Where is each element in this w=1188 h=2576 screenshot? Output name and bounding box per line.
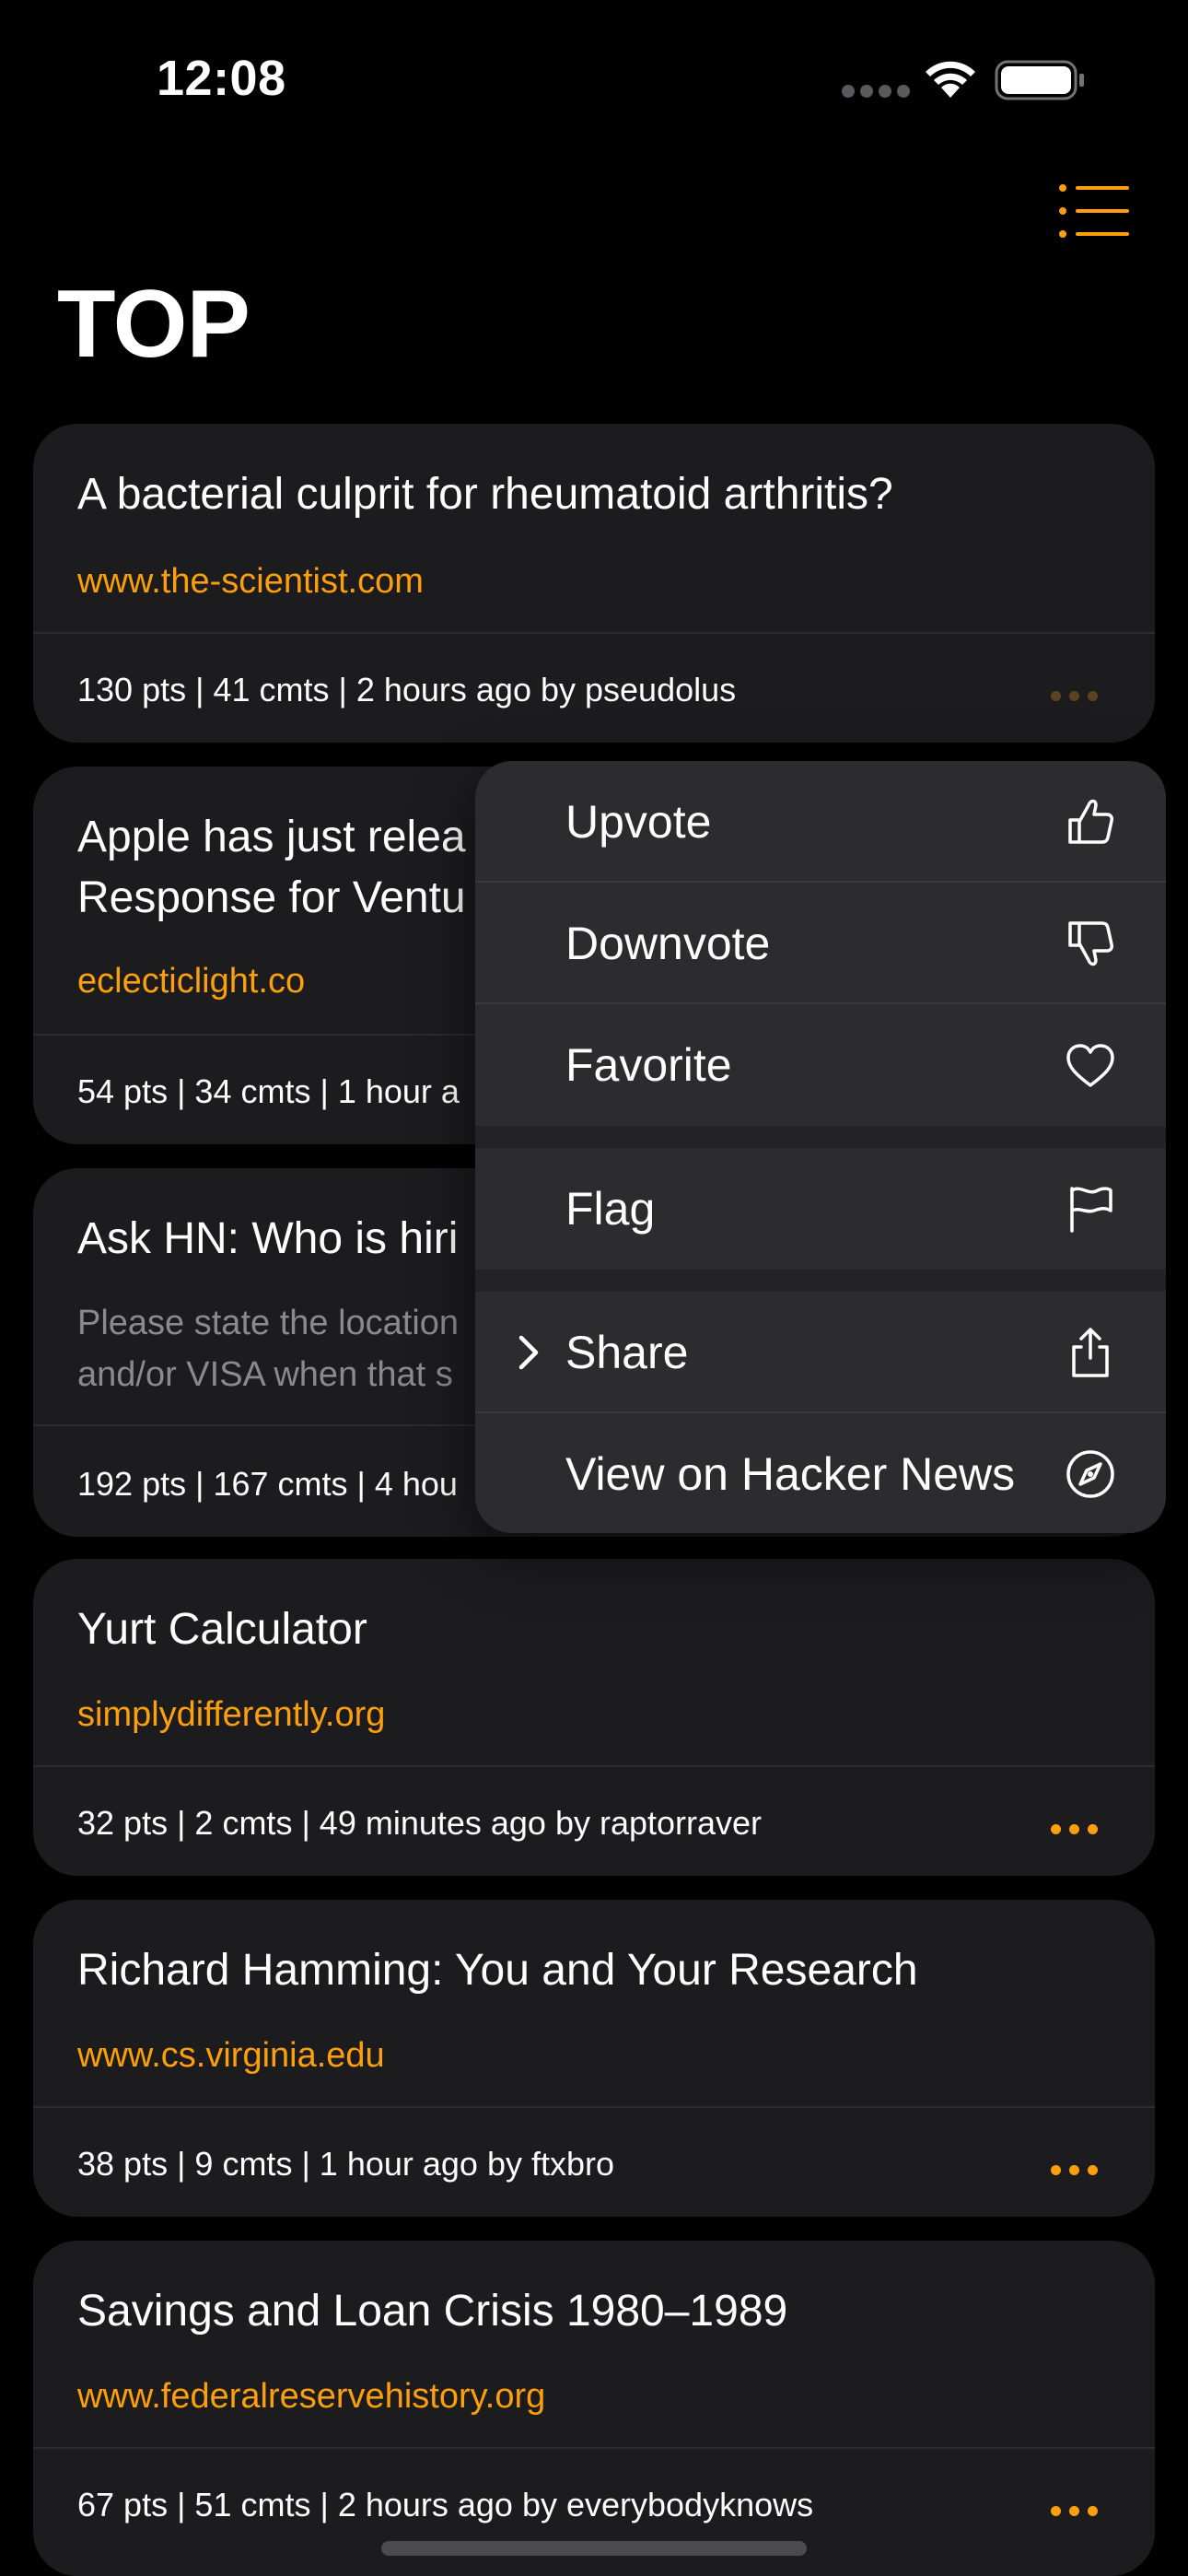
story-card[interactable]: Yurt Calculator simplydifferently.org 32… [33, 1559, 1155, 1876]
story-title: Yurt Calculator [77, 1605, 367, 1654]
story-card[interactable]: Savings and Loan Crisis 1980–1989 www.fe… [33, 2241, 1155, 2576]
story-card[interactable]: Richard Hamming: You and Your Research w… [33, 1900, 1155, 2217]
list-icon[interactable] [1057, 182, 1131, 240]
menu-item-share[interactable]: Share [475, 1292, 1166, 1413]
thumbs-down-icon [1068, 921, 1113, 966]
divider [33, 2106, 1155, 2108]
story-domain[interactable]: simplydifferently.org [77, 1695, 385, 1735]
story-meta: 67 pts | 51 cmts | 2 hours ago by everyb… [77, 2486, 814, 2523]
menu-item-downvote[interactable]: Downvote [475, 883, 1166, 1004]
story-meta: 192 pts | 167 cmts | 4 hou [77, 1465, 458, 1503]
story-title: Savings and Loan Crisis 1980–1989 [77, 2287, 788, 2336]
compass-icon [1066, 1450, 1114, 1498]
menu-item-view-on-hacker-news[interactable]: View on Hacker News [475, 1413, 1166, 1533]
menu-group-separator [475, 1270, 1166, 1292]
story-meta: 130 pts | 41 cmts | 2 hours ago by pseud… [77, 671, 737, 708]
thumbs-up-icon [1068, 799, 1113, 844]
context-menu: Upvote Downvote Favorite Flag Share View… [475, 761, 1166, 1533]
story-meta: 38 pts | 9 cmts | 1 hour ago by ftxbro [77, 2145, 614, 2183]
story-meta: 32 pts | 2 cmts | 49 minutes ago by rapt… [77, 1804, 763, 1842]
story-title-line2: Response for Ventu [77, 873, 466, 922]
chevron-right-icon [518, 1335, 539, 1370]
story-card[interactable]: A bacterial culprit for rheumatoid arthr… [33, 424, 1155, 743]
story-snippet: Please state the location [77, 1304, 460, 1342]
more-icon[interactable] [1051, 1824, 1098, 1834]
story-title: Richard Hamming: You and Your Research [77, 1946, 918, 1995]
heart-icon [1066, 1044, 1114, 1087]
story-title: Apple has just relea [77, 813, 466, 861]
menu-group-separator [475, 1126, 1166, 1148]
battery-icon [995, 60, 1084, 100]
menu-item-label: View on Hacker News [565, 1448, 1016, 1500]
status-time: 12:08 [157, 51, 286, 106]
status-bar: 12:08 [0, 0, 1188, 166]
menu-item-favorite[interactable]: Favorite [475, 1004, 1166, 1126]
more-icon[interactable] [1051, 691, 1098, 701]
story-title: Ask HN: Who is hiri [77, 1214, 459, 1263]
story-domain[interactable]: eclecticlight.co [77, 962, 305, 1001]
story-snippet-line2: and/or VISA when that s [77, 1355, 453, 1394]
story-domain[interactable]: www.cs.virginia.edu [77, 2036, 385, 2076]
divider [33, 632, 1155, 634]
wifi-icon [926, 61, 975, 98]
story-title: A bacterial culprit for rheumatoid arthr… [77, 470, 893, 519]
story-meta: 54 pts | 34 cmts | 1 hour a [77, 1072, 460, 1110]
home-indicator[interactable] [381, 2541, 807, 2556]
menu-item-label: Upvote [565, 796, 712, 848]
page-title: TOP [57, 271, 250, 378]
menu-item-upvote[interactable]: Upvote [475, 761, 1166, 883]
divider [33, 2447, 1155, 2449]
menu-item-flag[interactable]: Flag [475, 1148, 1166, 1270]
menu-item-label: Flag [565, 1183, 656, 1235]
more-icon[interactable] [1051, 2165, 1098, 2175]
menu-item-label: Share [565, 1327, 689, 1378]
cellular-signal-icon [842, 85, 910, 98]
divider [33, 1765, 1155, 1767]
story-domain[interactable]: www.federalreservehistory.org [77, 2377, 545, 2417]
story-domain[interactable]: www.the-scientist.com [77, 562, 424, 602]
flag-icon [1070, 1187, 1112, 1233]
menu-item-label: Favorite [565, 1039, 732, 1091]
menu-item-label: Downvote [565, 918, 771, 969]
share-icon [1072, 1328, 1109, 1377]
more-icon[interactable] [1051, 2506, 1098, 2516]
